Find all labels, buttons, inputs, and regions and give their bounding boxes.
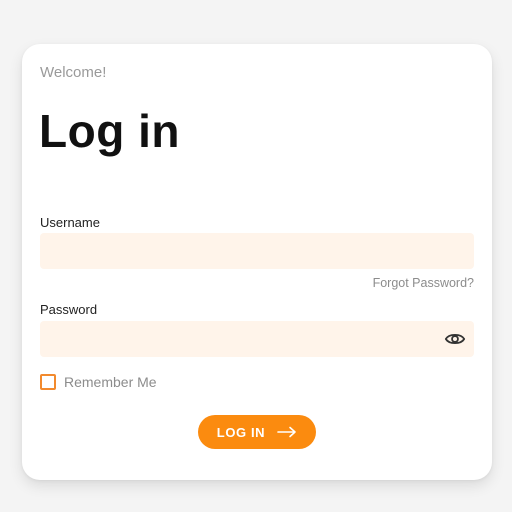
remember-me-toggle[interactable]: Remember Me bbox=[40, 374, 157, 390]
password-field[interactable] bbox=[40, 321, 474, 357]
password-label: Password bbox=[40, 302, 98, 317]
welcome-text: Welcome! bbox=[40, 64, 107, 81]
username-label: Username bbox=[40, 215, 100, 230]
login-button-label: LOG IN bbox=[216, 424, 266, 440]
login-button[interactable]: LOG IN bbox=[198, 415, 316, 449]
page-title: Log in bbox=[39, 105, 180, 157]
username-field[interactable] bbox=[40, 233, 474, 269]
eye-icon[interactable] bbox=[444, 329, 466, 349]
forgot-password-link[interactable]: Forgot Password? bbox=[373, 276, 474, 290]
remember-me-checkbox[interactable] bbox=[40, 374, 56, 390]
login-card: Welcome! Log in Username Forgot Password… bbox=[22, 44, 492, 480]
remember-me-label: Remember Me bbox=[64, 374, 157, 390]
arrow-right-icon bbox=[277, 426, 296, 438]
